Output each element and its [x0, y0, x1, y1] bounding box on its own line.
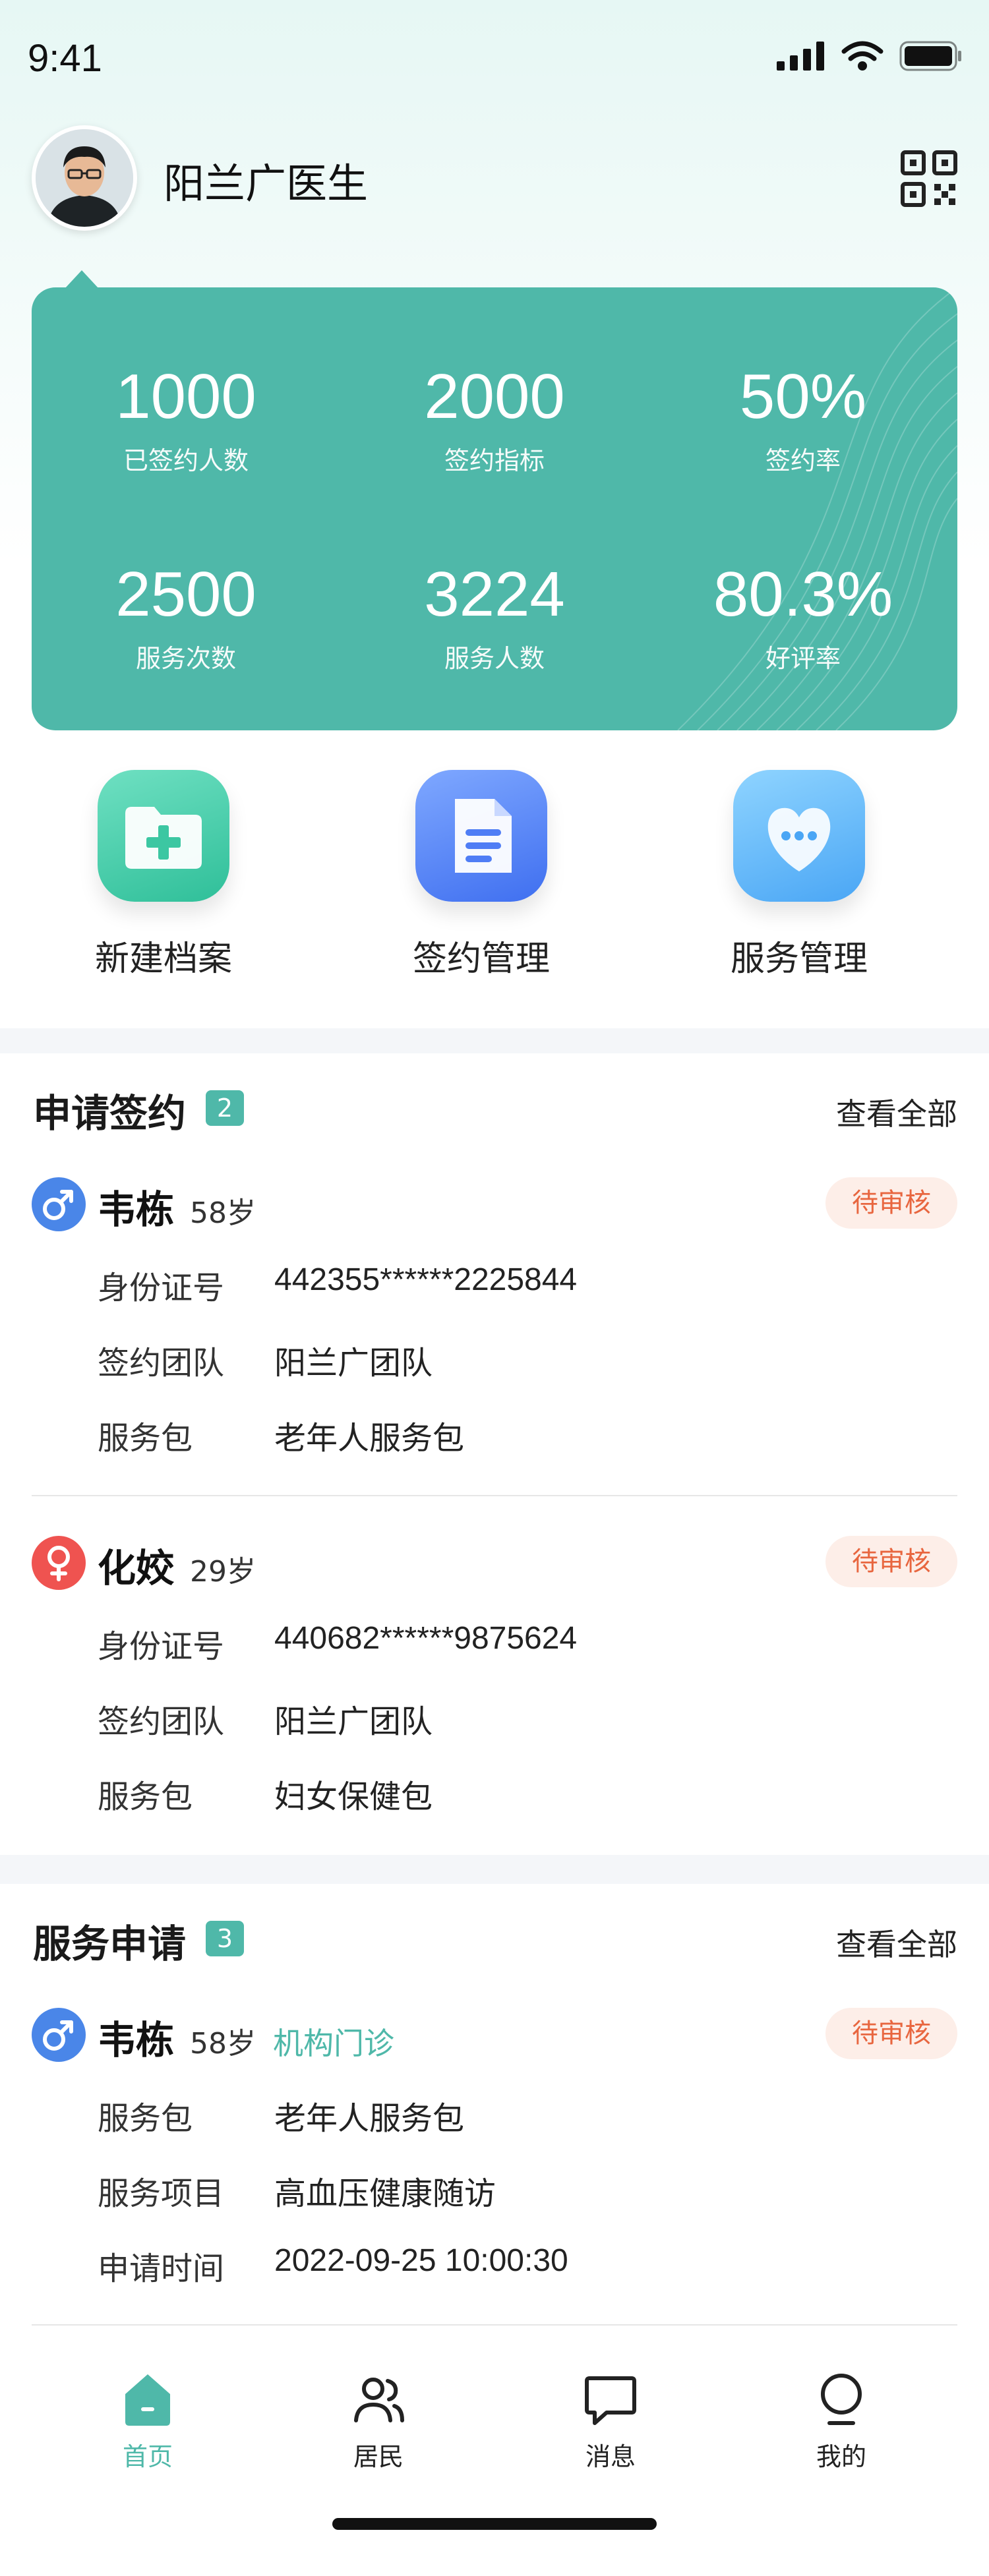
male-icon	[32, 2008, 86, 2062]
message-icon	[585, 2376, 636, 2425]
tab-label: 我的	[816, 2442, 866, 2471]
folder-plus-icon	[98, 770, 229, 902]
divider	[32, 2324, 957, 2326]
view-all-link[interactable]: 查看全部	[836, 1921, 957, 1964]
quick-action-label: 签约管理	[412, 939, 550, 979]
tab-residents[interactable]: 居民	[313, 2370, 444, 2473]
quick-action-service-manage[interactable]: 服务管理	[700, 770, 898, 980]
tab-messages[interactable]: 消息	[545, 2370, 676, 2473]
person-age: 29岁	[190, 1555, 256, 1589]
view-all-link[interactable]: 查看全部	[836, 1090, 957, 1134]
stat-rating: 80.3% 好评率	[649, 563, 957, 674]
field-label: 申请时间	[98, 2250, 225, 2287]
status-badge: 待审核	[825, 2008, 957, 2059]
wifi-icon	[841, 41, 884, 71]
stat-value: 3224	[424, 559, 565, 629]
tab-profile[interactable]: 我的	[775, 2370, 907, 2473]
field-value: 老年人服务包	[274, 1421, 465, 1456]
stat-value: 1000	[115, 361, 256, 432]
list-item[interactable]: 韦栋 58岁 机构门诊 待审核 服务包 老年人服务包 服务项目 高血压健康随访 …	[32, 2008, 957, 2298]
quick-action-label: 服务管理	[730, 939, 868, 979]
stat-label: 签约指标	[444, 446, 545, 475]
doctor-name: 阳兰广医生	[164, 160, 369, 208]
status-badge: 待审核	[825, 1177, 957, 1229]
field-value: 阳兰广团队	[274, 1346, 433, 1381]
person-name: 韦栋	[98, 2018, 175, 2063]
person-name: 韦栋	[98, 1187, 175, 1232]
count-badge: 2	[206, 1090, 244, 1126]
stat-value: 2500	[115, 559, 256, 629]
field-label: 身份证号	[98, 1628, 225, 1665]
field-label: 签约团队	[98, 1703, 225, 1740]
stat-value: 2000	[424, 361, 565, 432]
status-bar: 9:41	[0, 0, 989, 119]
male-icon	[32, 1177, 86, 1231]
tab-label: 首页	[122, 2442, 173, 2471]
person-age: 58岁	[190, 1196, 256, 1230]
list-item[interactable]: 韦栋 58岁 待审核 身份证号 442355******2225844 签约团队…	[32, 1177, 957, 1467]
stat-label: 已签约人数	[123, 446, 249, 475]
section-title: 申请签约	[33, 1091, 187, 1136]
divider	[32, 1495, 957, 1496]
field-value: 2022-09-25 10:00:30	[274, 2243, 568, 2278]
stat-service-people: 3224 服务人数	[340, 563, 649, 674]
tab-label: 居民	[353, 2442, 404, 2471]
field-value: 阳兰广团队	[274, 1705, 433, 1740]
quick-action-label: 新建档案	[94, 939, 232, 979]
stat-value: 50%	[739, 361, 867, 432]
stat-label: 好评率	[765, 644, 841, 673]
battery-icon	[899, 41, 961, 71]
doctor-profile: 阳兰广医生	[32, 125, 957, 231]
count-badge: 3	[206, 1921, 244, 1956]
document-icon	[415, 770, 547, 902]
tab-label: 消息	[585, 2442, 636, 2471]
person-age: 58岁	[190, 2027, 256, 2061]
qr-code-icon[interactable]	[901, 150, 957, 207]
status-time: 9:41	[28, 37, 102, 80]
avatar[interactable]	[32, 125, 137, 231]
stat-sign-target: 2000 签约指标	[340, 365, 649, 477]
service-type-tag: 机构门诊	[273, 2026, 394, 2061]
status-icons	[777, 41, 963, 71]
home-indicator[interactable]	[332, 2518, 657, 2530]
field-value: 442355******2225844	[274, 1262, 578, 1297]
field-label: 服务包	[98, 1778, 193, 1815]
profile-icon	[821, 2374, 862, 2425]
quick-action-new-record[interactable]: 新建档案	[65, 770, 262, 980]
sign-requests-section: 申请签约 2 查看全部 韦栋 58岁 待审核 身份证号 442355******…	[0, 1053, 989, 1855]
heart-chat-icon	[733, 770, 865, 902]
stat-value: 80.3%	[713, 559, 893, 629]
section-title: 服务申请	[33, 1921, 187, 1966]
field-value: 老年人服务包	[274, 2101, 465, 2136]
stat-label: 服务人数	[444, 644, 545, 673]
signal-icon	[777, 42, 824, 71]
field-label: 身份证号	[98, 1270, 225, 1306]
list-item[interactable]: 化姣 29岁 待审核 身份证号 440682******9875624 签约团队…	[32, 1536, 957, 1826]
tab-home[interactable]: 首页	[82, 2370, 214, 2473]
status-badge: 待审核	[825, 1536, 957, 1587]
field-value: 高血压健康随访	[274, 2177, 496, 2211]
field-label: 签约团队	[98, 1345, 225, 1382]
field-label: 服务包	[98, 2100, 193, 2137]
person-name: 化姣	[98, 1546, 175, 1591]
field-label: 服务项目	[98, 2175, 225, 2212]
field-value: 440682******9875624	[274, 1621, 578, 1656]
stat-label: 服务次数	[135, 644, 236, 673]
field-value: 妇女保健包	[274, 1780, 433, 1815]
service-requests-section: 服务申请 3 查看全部 韦栋 58岁 机构门诊 待审核 服务包 老年人服务包 服…	[0, 1884, 989, 2332]
residents-icon	[354, 2378, 404, 2422]
stat-signed-count: 1000 已签约人数	[32, 365, 340, 477]
tab-bar: 首页 居民 消息 我的	[0, 2331, 989, 2576]
stat-service-times: 2500 服务次数	[32, 563, 340, 674]
field-label: 服务包	[98, 1420, 193, 1457]
quick-action-sign-manage[interactable]: 签约管理	[382, 770, 580, 980]
home-icon	[125, 2374, 170, 2426]
stats-card-notch	[65, 270, 99, 289]
female-icon	[32, 1536, 86, 1590]
stat-label: 签约率	[765, 446, 841, 475]
stats-card: 1000 已签约人数 2000 签约指标 50% 签约率 2500 服务次数 3…	[32, 287, 957, 730]
stat-sign-rate: 50% 签约率	[649, 365, 957, 477]
